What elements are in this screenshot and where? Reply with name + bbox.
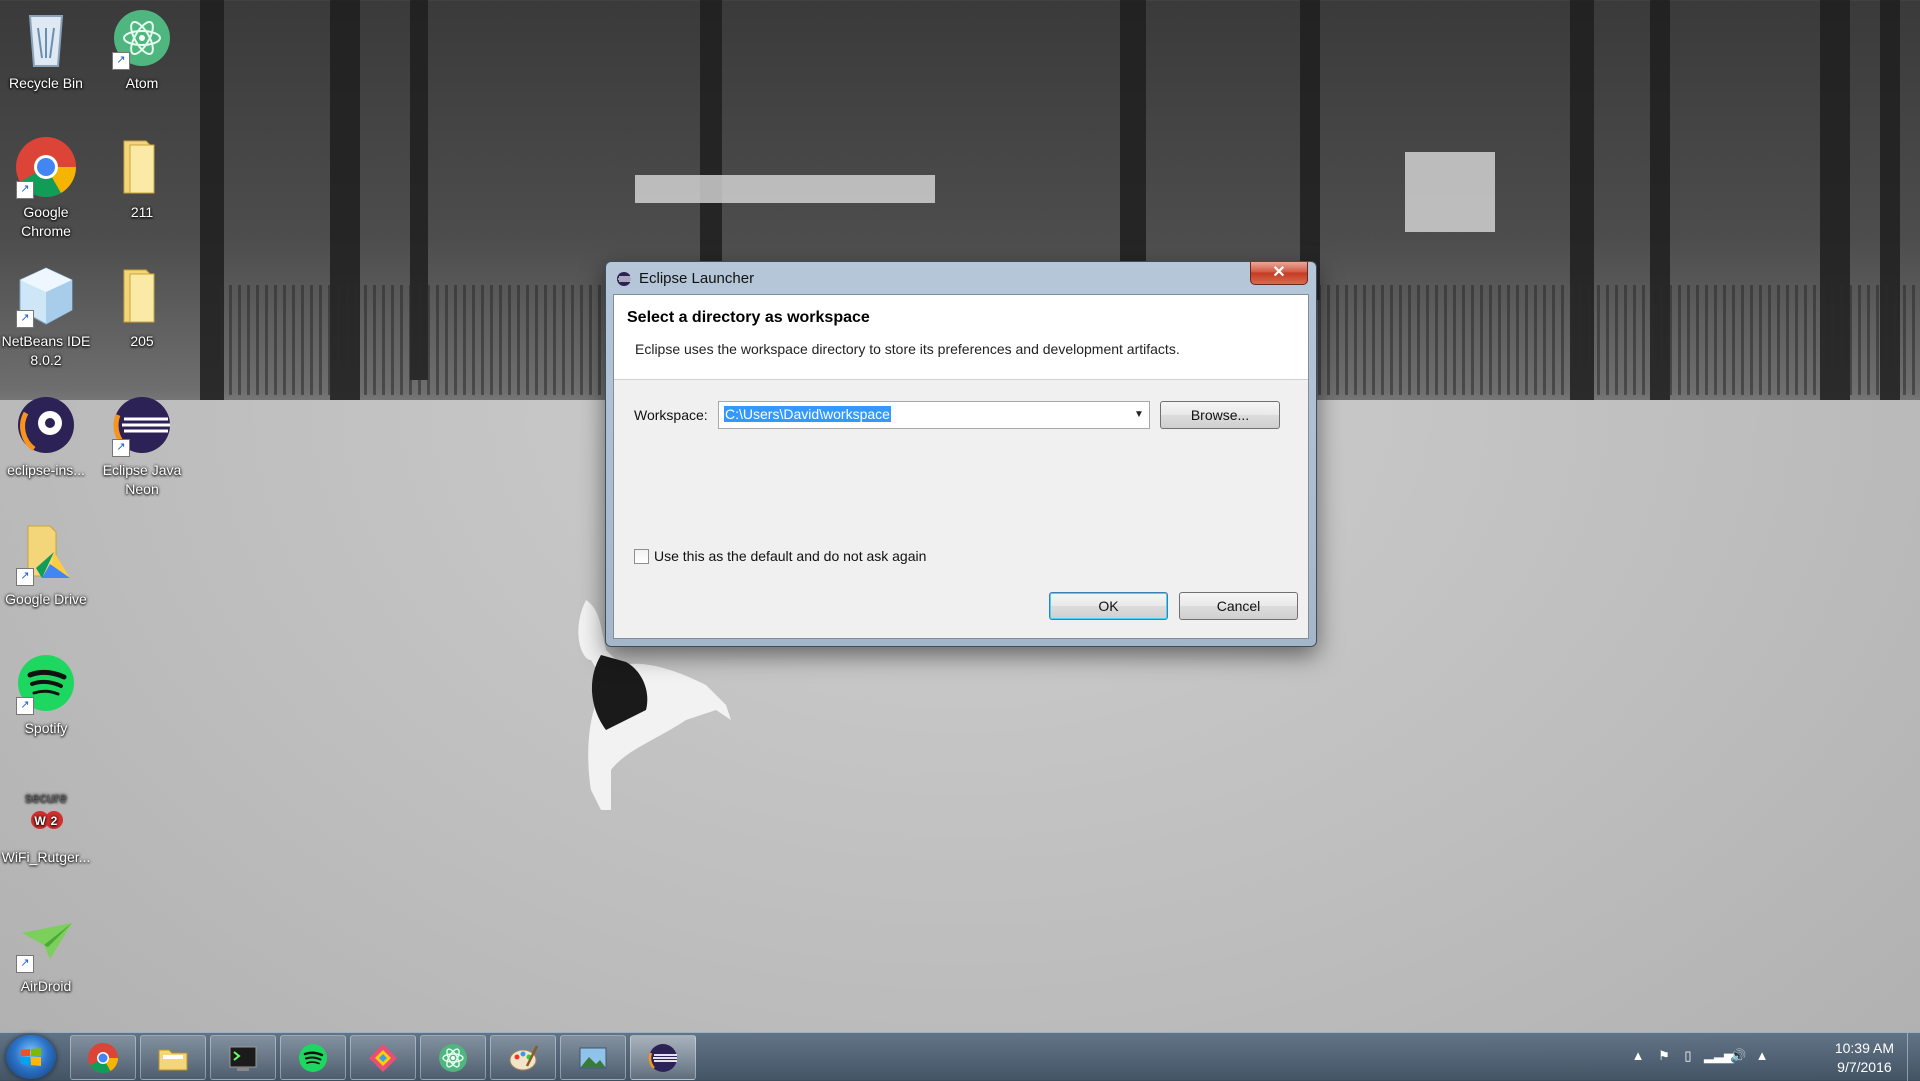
show-desktop-button[interactable] <box>1907 1033 1920 1081</box>
netbeans-cube-icon: ↗ <box>14 264 78 328</box>
dialog-titlebar[interactable]: Eclipse Launcher ✕ <box>606 262 1316 294</box>
dialog-title: Eclipse Launcher <box>639 270 755 287</box>
desktop-icon-label: Google Drive <box>5 591 87 607</box>
desktop-icon-folder-205[interactable]: 205 <box>96 264 188 351</box>
desktop-icon-label: 211 <box>130 204 154 220</box>
spotify-icon <box>299 1044 327 1072</box>
show-hidden-icons-icon[interactable]: ▲ <box>1630 1048 1646 1064</box>
terminal-icon <box>229 1046 257 1071</box>
taskbar-paint[interactable] <box>490 1035 556 1080</box>
header-description: Eclipse uses the workspace directory to … <box>635 341 1180 357</box>
shortcut-arrow-icon: ↗ <box>112 52 130 70</box>
desktop-icon-label: Recycle Bin <box>9 75 83 91</box>
taskbar-file-explorer[interactable] <box>140 1035 206 1080</box>
recycle-bin-icon <box>14 6 78 70</box>
desktop-icon-eclipse-java-neon[interactable]: ↗ Eclipse Java Neon <box>96 393 188 499</box>
svg-text:secure: secure <box>25 789 67 805</box>
ok-button[interactable]: OK <box>1049 592 1168 620</box>
desktop-icon-label: 205 <box>130 333 154 349</box>
volume-icon[interactable]: 🔊 <box>1730 1048 1746 1064</box>
chrome-icon: ↗ <box>14 135 78 199</box>
browse-button[interactable]: Browse... <box>1160 401 1280 429</box>
folder-icon <box>110 264 174 328</box>
secure-w2-logo-icon: secure W 2 <box>14 780 78 844</box>
eclipse-installer-gear-icon <box>14 393 78 457</box>
desktop-icon-label: AirDroid <box>20 978 72 994</box>
atom-icon <box>439 1044 467 1072</box>
paint-icon <box>509 1045 539 1071</box>
default-checkbox[interactable] <box>634 549 649 564</box>
desktop-icon-label: Google Chrome <box>21 204 71 239</box>
dropdown-arrow-icon[interactable]: ▼ <box>1129 402 1149 428</box>
taskbar-eclipse[interactable] <box>630 1035 696 1080</box>
folder-icon <box>110 135 174 199</box>
action-center-flag-icon[interactable]: ⚑ <box>1656 1048 1672 1064</box>
desktop-icon-airdroid[interactable]: ↗ AirDroid <box>0 909 92 996</box>
taskbar: ▲ ⚑ ▯ ▂▃▅ 🔊 ▲ 10:39 AM 9/7/2016 <box>0 1032 1920 1081</box>
windows-logo-icon <box>21 1048 41 1066</box>
app-icon <box>369 1044 397 1072</box>
desktop-icon-wifi-rutgers[interactable]: secure W 2 WiFi_Rutger... <box>0 780 92 867</box>
desktop-icon-netbeans[interactable]: ↗ NetBeans IDE 8.0.2 <box>0 264 92 370</box>
spotify-icon: ↗ <box>14 651 78 715</box>
close-icon: ✕ <box>1272 264 1286 281</box>
taskbar-terminal[interactable] <box>210 1035 276 1080</box>
eclipse-icon <box>648 1044 677 1072</box>
taskbar-chrome[interactable] <box>70 1035 136 1080</box>
shortcut-arrow-icon: ↗ <box>16 310 34 328</box>
close-button[interactable]: ✕ <box>1250 262 1308 285</box>
airdroid-icon: ↗ <box>14 909 78 973</box>
desktop-icon-folder-211[interactable]: 211 <box>96 135 188 222</box>
taskbar-atom[interactable] <box>420 1035 486 1080</box>
network-signal-icon[interactable]: ▂▃▅ <box>1704 1048 1734 1064</box>
default-checkbox-label[interactable]: Use this as the default and do not ask a… <box>654 548 926 564</box>
desktop-icon-label: WiFi_Rutger... <box>1 849 91 865</box>
taskbar-spotify[interactable] <box>280 1035 346 1080</box>
dialog-client-area: Select a directory as workspace Eclipse … <box>613 294 1309 639</box>
atom-icon: ↗ <box>110 6 174 70</box>
desktop-icon-eclipse-installer[interactable]: eclipse-ins... <box>0 393 92 480</box>
desktop-icon-atom[interactable]: ↗ Atom <box>96 6 188 93</box>
eclipse-launcher-dialog: Eclipse Launcher ✕ Select a directory as… <box>605 261 1317 647</box>
clock[interactable]: 10:39 AM 9/7/2016 <box>1835 1039 1894 1077</box>
taskbar-photos[interactable] <box>560 1035 626 1080</box>
shortcut-arrow-icon: ↗ <box>16 568 34 586</box>
start-button[interactable] <box>6 1035 56 1079</box>
workspace-path-value[interactable]: C:\Users\David\workspace <box>724 406 891 422</box>
taskbar-app[interactable] <box>350 1035 416 1080</box>
google-drive-icon: ↗ <box>14 522 78 586</box>
desktop-icon-label: Eclipse Java Neon <box>102 462 182 497</box>
clock-date: 9/7/2016 <box>1837 1059 1892 1075</box>
desktop-icon-recycle-bin[interactable]: Recycle Bin <box>0 6 92 93</box>
dialog-header: Select a directory as workspace Eclipse … <box>614 295 1308 380</box>
desktop-icon-google-chrome[interactable]: ↗ Google Chrome <box>0 135 92 241</box>
eclipse-icon: ↗ <box>110 393 174 457</box>
system-tray: ▲ ⚑ ▯ ▂▃▅ 🔊 ▲ 10:39 AM 9/7/2016 <box>1620 1033 1920 1081</box>
google-drive-icon[interactable]: ▲ <box>1754 1048 1770 1064</box>
shortcut-arrow-icon: ↗ <box>16 697 34 715</box>
shortcut-arrow-icon: ↗ <box>112 439 130 457</box>
chrome-icon <box>88 1043 118 1074</box>
desktop-icon-label: eclipse-ins... <box>7 462 85 478</box>
shortcut-arrow-icon: ↗ <box>16 181 34 199</box>
shortcut-arrow-icon: ↗ <box>16 955 34 973</box>
photos-icon <box>579 1047 607 1069</box>
desktop-icon-label: Atom <box>125 75 159 91</box>
desktop-icon-label: Spotify <box>24 720 68 736</box>
desktop-icon-spotify[interactable]: ↗ Spotify <box>0 651 92 738</box>
clock-time: 10:39 AM <box>1834 1040 1894 1056</box>
svg-text:W: W <box>34 814 46 828</box>
battery-icon[interactable]: ▯ <box>1680 1048 1696 1064</box>
svg-text:2: 2 <box>51 814 58 828</box>
eclipse-icon <box>617 272 631 286</box>
workspace-combobox[interactable]: C:\Users\David\workspace ▼ <box>718 401 1150 429</box>
cancel-button[interactable]: Cancel <box>1179 592 1298 620</box>
desktop-icon-label: NetBeans IDE 8.0.2 <box>1 333 91 368</box>
file-explorer-icon <box>158 1049 188 1071</box>
header-title: Select a directory as workspace <box>627 309 870 326</box>
workspace-label: Workspace: <box>634 407 708 423</box>
desktop-icon-google-drive[interactable]: ↗ Google Drive <box>0 522 92 609</box>
